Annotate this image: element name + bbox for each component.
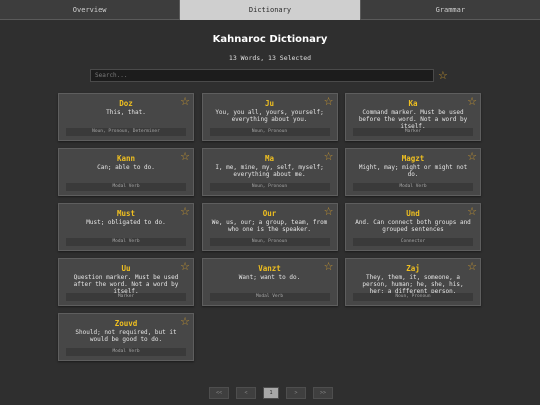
word-definition: They, them, it, someone, a person, human…	[362, 274, 464, 295]
first-page-button[interactable]: <<	[209, 387, 229, 399]
favorite-star-icon[interactable]: ☆	[324, 151, 334, 162]
favorite-star-icon[interactable]: ☆	[180, 316, 190, 327]
word-term: Doz	[119, 99, 133, 108]
part-of-speech-badge: Noun, Pronoun	[209, 238, 330, 246]
word-card[interactable]: ☆ Must Must; obligated to do. Modal Verb	[58, 203, 194, 251]
word-term: Ka	[408, 99, 418, 108]
part-of-speech-badge: Modal Verb	[66, 238, 186, 246]
part-of-speech-badge: Noun, Pronoun	[209, 183, 330, 191]
favorite-star-icon[interactable]: ☆	[467, 206, 477, 217]
word-term: Kann	[116, 154, 136, 163]
word-card[interactable]: ☆ Zaj They, them, it, someone, a person, h…	[345, 258, 481, 306]
pagination: << < 1 > >>	[209, 387, 333, 399]
favorite-star-icon[interactable]: ☆	[467, 96, 477, 107]
part-of-speech-badge: Connector	[353, 238, 473, 246]
word-term: Ju	[264, 99, 275, 108]
word-definition: Can; able to do.	[97, 164, 155, 171]
page-number-button[interactable]: 1	[263, 387, 279, 399]
word-term: Und	[406, 209, 420, 218]
word-definition: Question marker. Must be used after the …	[73, 274, 179, 295]
word-card[interactable]: ☆ Vanzt Want; want to do. Modal Verb	[201, 258, 338, 306]
tab-bar: Overview Dictionary Grammar	[0, 0, 540, 20]
word-card[interactable]: ☆ Ju You, you all, yours, yourself; everyt…	[201, 93, 338, 141]
word-definition: Must; obligated to do.	[86, 219, 166, 226]
part-of-speech-badge: Noun, Pronoun, Determiner	[66, 128, 186, 136]
favorite-star-icon[interactable]: ☆	[467, 261, 477, 272]
part-of-speech-badge: Noun, Pronoun	[209, 128, 330, 136]
word-card[interactable]: ☆ Kann Can; able to do. Modal Verb	[58, 148, 194, 196]
word-definition: Might, may; might or might not do.	[358, 164, 468, 178]
part-of-speech-badge: Noun, Pronoun	[353, 293, 473, 301]
word-definition: Command marker. Must be used before the …	[358, 109, 468, 130]
favorite-star-icon[interactable]: ☆	[467, 151, 477, 162]
search-input[interactable]	[90, 69, 434, 82]
next-page-button[interactable]: >	[286, 387, 306, 399]
word-card[interactable]: ☆ Und And. Can connect both groups and gro…	[345, 203, 481, 251]
part-of-speech-badge: Marker	[66, 293, 186, 301]
favorite-star-icon[interactable]: ☆	[180, 151, 190, 162]
word-definition: And. Can connect both groups and grouped…	[355, 219, 471, 233]
part-of-speech-badge: Marker	[353, 128, 473, 136]
part-of-speech-badge: Modal Verb	[353, 183, 473, 191]
word-card-grid: ☆ Doz This, that. Noun, Pronoun, Determiner…	[58, 93, 481, 361]
favorite-star-icon[interactable]: ☆	[180, 96, 190, 107]
word-card[interactable]: ☆ Our We, us, our; a group, team, from who…	[201, 203, 338, 251]
word-card[interactable]: ☆ Ka Command marker. Must be used before t…	[345, 93, 481, 141]
favorites-filter-star-icon[interactable]: ☆	[438, 70, 448, 81]
word-term: Zaj	[406, 264, 420, 273]
last-page-button[interactable]: >>	[313, 387, 333, 399]
favorite-star-icon[interactable]: ☆	[180, 261, 190, 272]
favorite-star-icon[interactable]: ☆	[324, 96, 334, 107]
word-card[interactable]: ☆ Doz This, that. Noun, Pronoun, Determiner	[58, 93, 194, 141]
word-definition: You, you all, yours, yourself; everythin…	[215, 109, 324, 123]
word-card[interactable]: ☆ Zouvd Should; not required, but it would…	[58, 313, 194, 361]
word-term: Must	[116, 209, 136, 218]
word-card[interactable]: ☆ Ma I, me, mine, my, self, myself; everyt…	[201, 148, 338, 196]
tab-dictionary[interactable]: Dictionary	[180, 0, 361, 20]
page-title: Kahnaroc Dictionary	[212, 34, 328, 45]
word-definition: This, that.	[106, 109, 146, 116]
previous-page-button[interactable]: <	[236, 387, 256, 399]
word-definition: Should; not required, but it would be go…	[75, 329, 177, 343]
part-of-speech-badge: Modal Verb	[66, 183, 186, 191]
part-of-speech-badge: Modal Verb	[66, 348, 186, 356]
word-definition: I, me, mine, my, self, myself; everythin…	[215, 164, 324, 178]
part-of-speech-badge: Modal Verb	[209, 293, 330, 301]
word-term: Magzt	[401, 154, 425, 163]
word-term: Uu	[121, 264, 131, 273]
tab-overview[interactable]: Overview	[0, 0, 181, 20]
tab-grammar[interactable]: Grammar	[360, 0, 540, 20]
word-definition: Want; want to do.	[238, 274, 301, 281]
favorite-star-icon[interactable]: ☆	[324, 206, 334, 217]
word-term: Our	[262, 209, 277, 218]
word-definition: We, us, our; a group, team, from who one…	[211, 219, 328, 233]
word-card[interactable]: ☆ Magzt Might, may; might or might not do.…	[345, 148, 481, 196]
favorite-star-icon[interactable]: ☆	[180, 206, 190, 217]
word-term: Ma	[264, 154, 275, 163]
word-term: Vanzt	[258, 264, 281, 273]
word-count-summary: 13 Words, 13 Selected	[228, 54, 312, 62]
word-card[interactable]: ☆ Uu Question marker. Must be used after t…	[58, 258, 194, 306]
favorite-star-icon[interactable]: ☆	[324, 261, 334, 272]
word-term: Zouvd	[114, 319, 138, 328]
